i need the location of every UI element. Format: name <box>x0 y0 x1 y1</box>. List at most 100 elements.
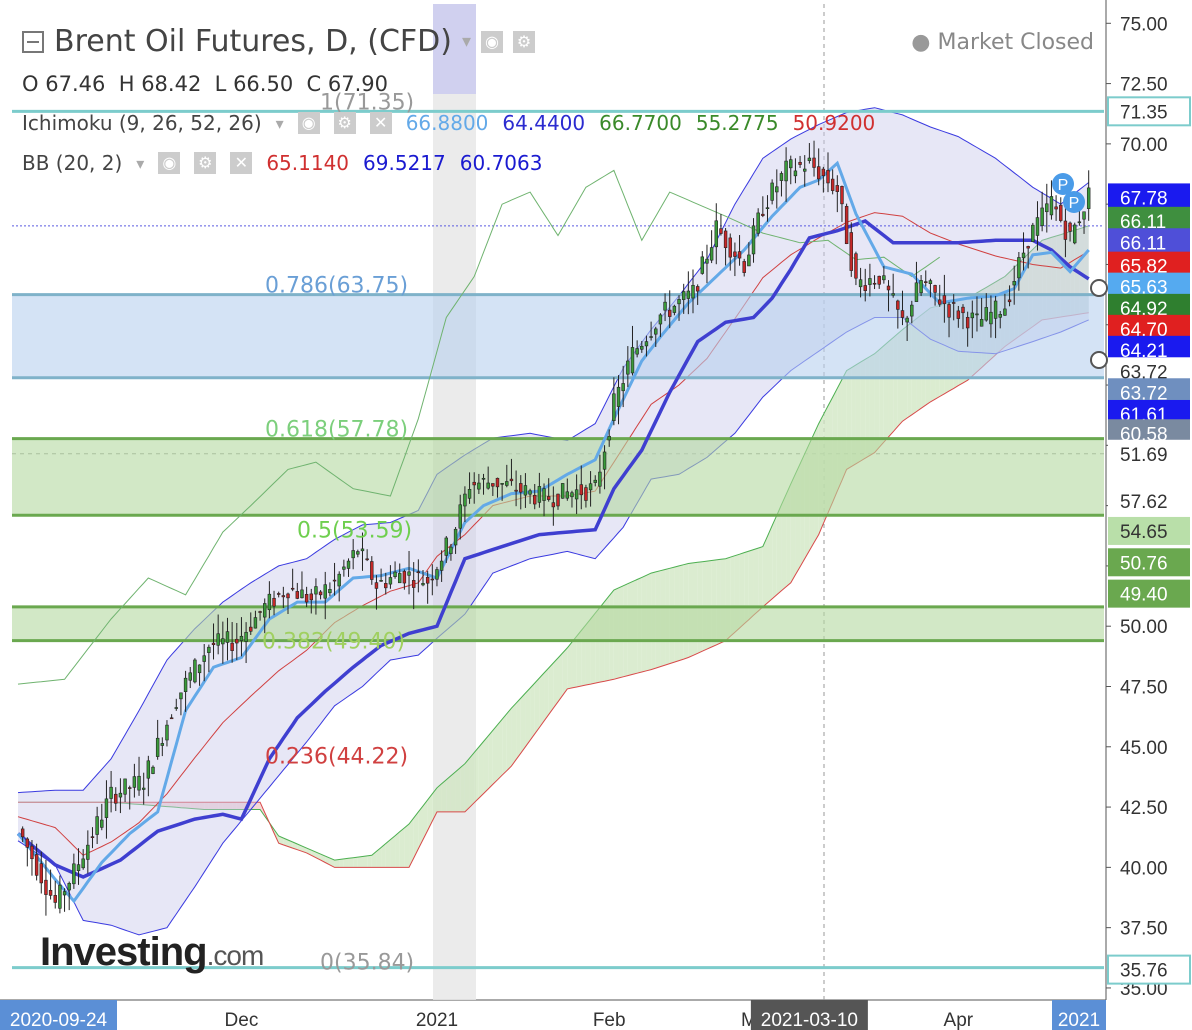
candle-body <box>239 635 244 641</box>
cloud-segment <box>548 662 554 715</box>
candle-body <box>1040 207 1044 226</box>
candle-body <box>928 280 933 284</box>
candle-body <box>435 569 439 580</box>
status-dot-icon: ● <box>911 30 931 55</box>
candle-body <box>263 603 267 618</box>
cloud-segment <box>758 546 763 612</box>
candle-body <box>76 864 81 871</box>
y-tick-label: 45.00 <box>1120 738 1168 759</box>
candle-body <box>556 493 560 507</box>
cloud-segment <box>348 857 354 868</box>
candle-body <box>188 672 192 681</box>
candle-body <box>979 319 984 327</box>
candle-body <box>714 220 718 248</box>
gear-icon[interactable]: ⚙ <box>513 30 536 53</box>
candle-body <box>500 483 504 485</box>
eye-icon[interactable]: ◉ <box>158 152 181 174</box>
candle-body <box>761 213 765 216</box>
candle-body <box>858 279 863 288</box>
candle-body <box>663 301 667 311</box>
gear-icon[interactable]: ⚙ <box>333 112 356 134</box>
candle-body <box>640 345 644 350</box>
cloud-segment <box>492 724 498 785</box>
candle-body <box>230 642 234 651</box>
candle-body <box>644 341 649 347</box>
candle-body <box>379 580 383 582</box>
candle-body <box>486 482 490 489</box>
candle-body <box>365 558 369 561</box>
candle-body <box>314 586 318 595</box>
candle-body <box>109 786 113 799</box>
close-icon[interactable]: ✕ <box>369 112 392 134</box>
cloud-segment <box>488 730 493 789</box>
candle-body <box>342 566 346 570</box>
candle-body <box>421 583 425 586</box>
market-status: ● Market Closed <box>911 30 1094 55</box>
cloud-segment <box>776 504 782 595</box>
price-tag-label: 49.40 <box>1120 585 1168 606</box>
ichimoku-value: 66.7700 <box>599 111 682 135</box>
x-tick-label: 2021 <box>416 1010 458 1030</box>
chevron-down-icon[interactable]: ▾ <box>136 154 144 173</box>
cloud-segment <box>446 775 451 812</box>
candle-body <box>835 185 840 192</box>
candle-body <box>221 638 225 645</box>
candle-body <box>449 546 453 554</box>
candle-body <box>360 548 365 552</box>
candle-body <box>546 496 551 500</box>
candle-body <box>53 895 57 903</box>
candle-body <box>258 611 262 613</box>
cloud-segment <box>455 767 461 812</box>
eye-icon[interactable]: ◉ <box>481 30 504 53</box>
candle-body <box>267 593 272 611</box>
ichimoku-value: 64.4400 <box>502 111 586 135</box>
candle-body <box>612 393 616 421</box>
candle-body <box>821 168 826 176</box>
candle-body <box>90 836 95 838</box>
eye-icon[interactable]: ◉ <box>297 112 320 134</box>
chevron-down-icon[interactable]: ▾ <box>276 114 284 133</box>
candle-body <box>951 302 956 304</box>
candle-body <box>374 582 379 589</box>
candle-body <box>602 451 607 470</box>
candle-body <box>658 314 663 325</box>
ichimoku-label[interactable]: Ichimoku (9, 26, 52, 26) <box>22 111 262 135</box>
candle-body <box>528 490 532 495</box>
candle-body <box>1077 221 1082 224</box>
close-icon[interactable]: ✕ <box>230 152 253 174</box>
candle-body <box>826 169 830 184</box>
y-tick-label: 42.50 <box>1120 798 1168 819</box>
cloud-segment <box>474 747 479 803</box>
cloud-segment <box>534 678 540 734</box>
cloud-segment <box>404 823 410 868</box>
collapse-icon[interactable] <box>22 30 44 53</box>
fib-level-label: 0(35.84) <box>320 951 414 976</box>
candle-body <box>463 493 467 507</box>
candle-body <box>132 776 137 788</box>
candle-body <box>351 550 355 559</box>
candle-body <box>272 597 276 607</box>
candle-body <box>798 161 802 165</box>
candle-body <box>551 502 556 508</box>
candle-body <box>686 290 691 299</box>
candle-body <box>570 492 574 498</box>
candle-body <box>318 591 323 596</box>
candle-body <box>560 483 565 499</box>
cloud-segment <box>539 673 545 728</box>
candle-body <box>709 247 714 261</box>
candle-body <box>844 206 849 245</box>
candle-body <box>1035 217 1040 236</box>
candle-body <box>695 286 700 292</box>
candle-body <box>607 435 611 441</box>
bb-value: 60.7063 <box>459 151 543 175</box>
chevron-down-icon[interactable]: ▾ <box>462 31 471 52</box>
candle-body <box>146 760 151 779</box>
gear-icon[interactable]: ⚙ <box>194 152 217 174</box>
cloud-segment <box>553 657 558 709</box>
candle-body <box>854 253 858 279</box>
candle-body <box>630 347 635 374</box>
candle-body <box>886 285 891 291</box>
candle-body <box>416 571 421 574</box>
candle-body <box>491 483 495 487</box>
bb-label[interactable]: BB (20, 2) <box>22 151 122 175</box>
